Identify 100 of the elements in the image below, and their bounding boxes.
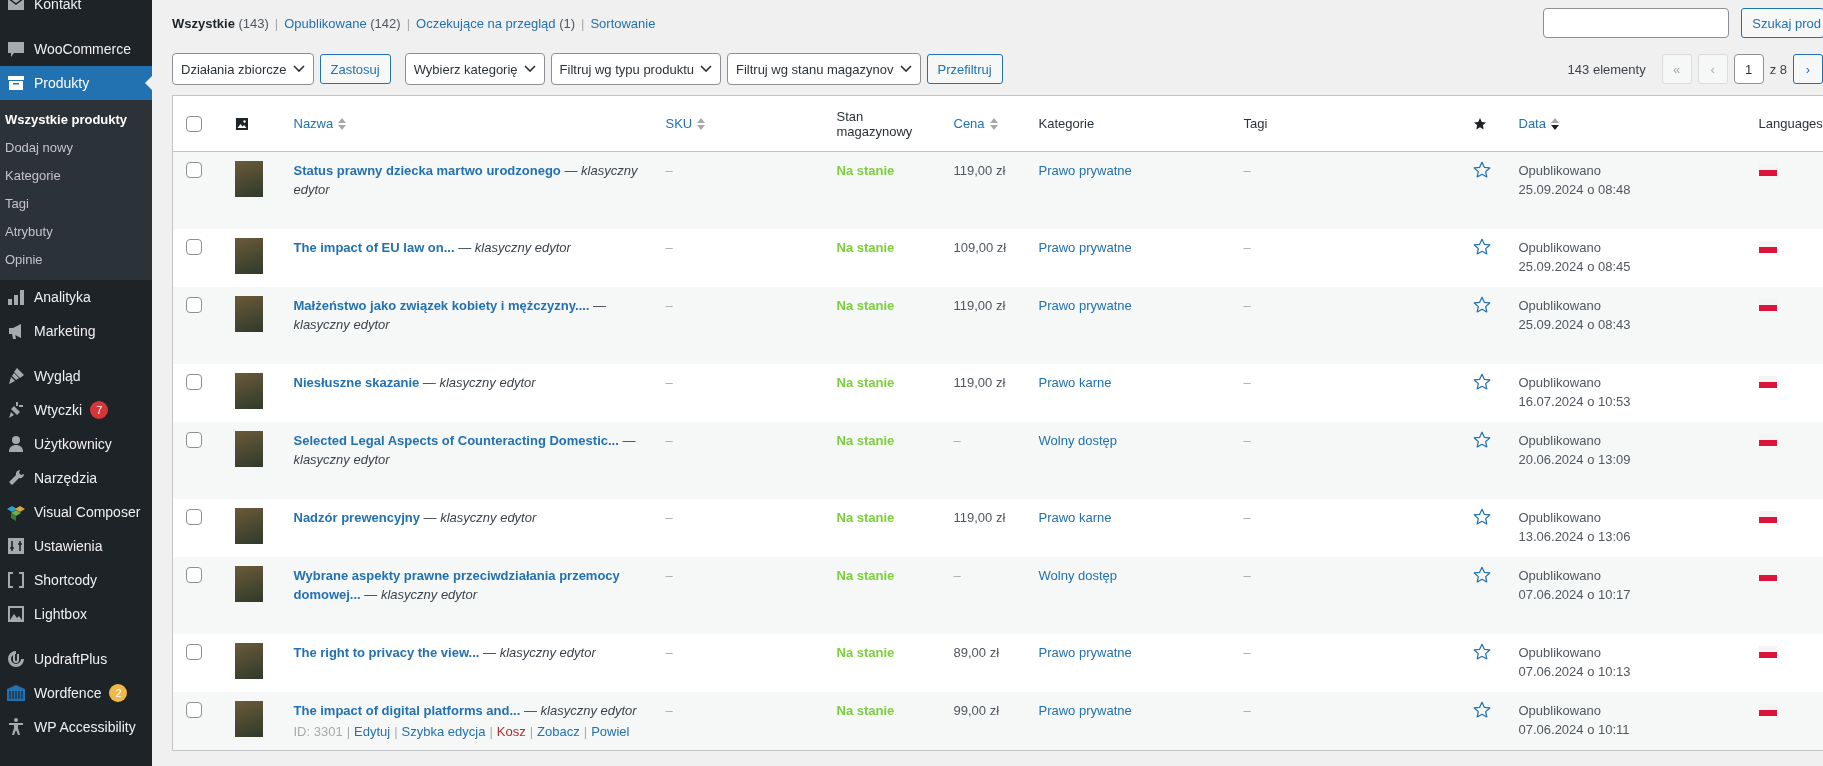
flag-icon <box>1758 241 1777 253</box>
dropdown[interactable]: Filtruj wg typu produktu <box>550 53 721 85</box>
separator-text: | <box>583 723 588 741</box>
publish-date: 07.06.2024 o 10:17 <box>1518 586 1632 604</box>
page-input[interactable]: 1 <box>1733 54 1764 84</box>
row-action-link[interactable]: Edytuj <box>354 722 391 742</box>
submenu-item[interactable]: Kategorie <box>0 162 152 190</box>
category-link[interactable]: Wolny dostęp <box>1038 568 1118 583</box>
photo-placeholder <box>234 508 263 544</box>
product-title-link[interactable]: The impact of EU law on... — klasyczny edytor <box>293 238 646 257</box>
view-link[interactable]: Wszystkie (143) <box>172 15 269 31</box>
menu-item[interactable]: Visual Composer <box>0 495 152 529</box>
star-icon[interactable] <box>1472 238 1491 256</box>
menu-item[interactable]: WooCommerce <box>0 32 152 66</box>
product-title-link[interactable]: The impact of digital platforms and... — klasyczny edytor <box>293 701 646 720</box>
menu-label: Marketing <box>34 323 96 339</box>
product-title-link[interactable]: The right to privacy the view... — klasyczny edytor <box>293 643 646 662</box>
star-icon[interactable] <box>1472 566 1491 584</box>
product-title-link[interactable]: Nadzór prewencyjny — klasyczny edytor <box>293 508 646 527</box>
menu-item[interactable]: Wordfence 2 <box>0 676 152 710</box>
column-header: Tagi <box>1243 116 1268 131</box>
menu-item[interactable]: Lightbox <box>0 597 152 631</box>
star-icon[interactable] <box>1472 643 1491 661</box>
menu-label: Wordfence <box>34 685 102 701</box>
menu-label: Użytkownicy <box>34 436 112 452</box>
column-sort-link[interactable]: Cena <box>953 116 999 131</box>
caret-icon <box>700 65 712 73</box>
menu-label: Visual Composer <box>34 504 141 520</box>
filter-button[interactable]: Przefiltruj <box>926 54 1003 84</box>
circle-logo-icon <box>6 649 26 669</box>
menu-item[interactable]: Produkty <box>0 66 152 100</box>
submenu-item[interactable]: Opinie <box>0 246 152 274</box>
photo-placeholder <box>234 643 263 679</box>
price-text: 119,00 zł <box>953 510 1006 525</box>
dropdown[interactable]: Wybierz kategorię <box>404 53 545 85</box>
dropdown[interactable]: Działania zbiorcze <box>172 53 314 85</box>
category-link[interactable]: Wolny dostęp <box>1038 433 1118 448</box>
row-checkbox[interactable] <box>186 702 202 718</box>
category-link[interactable]: Prawo prywatne <box>1038 163 1132 178</box>
view-link[interactable]: Oczekujące na przegląd (1) <box>416 15 575 31</box>
star-icon[interactable] <box>1472 161 1491 179</box>
star-icon[interactable] <box>1472 373 1491 391</box>
separator-text: | <box>406 15 410 31</box>
row-checkbox[interactable] <box>186 374 202 390</box>
menu-item[interactable]: Marketing <box>0 314 152 348</box>
category-link[interactable]: Prawo karne <box>1038 510 1112 525</box>
row-action-link[interactable]: Zobacz <box>537 722 580 742</box>
row-checkbox[interactable] <box>186 644 202 660</box>
row-checkbox[interactable] <box>186 297 202 313</box>
search-button[interactable]: Szukaj prod <box>1741 8 1823 38</box>
search-field[interactable] <box>1543 8 1730 38</box>
menu-item[interactable]: Wygląd <box>0 359 152 393</box>
apply-button[interactable]: Zastosuj <box>319 54 391 84</box>
image-icon <box>234 116 249 131</box>
category-link[interactable]: Prawo prywatne <box>1038 298 1132 313</box>
menu-item[interactable]: Shortcody <box>0 563 152 597</box>
select-all-checkbox[interactable] <box>186 116 202 132</box>
submenu-item[interactable]: Atrybuty <box>0 218 152 246</box>
stock-status: Na stanie <box>836 433 895 448</box>
row-checkbox[interactable] <box>186 432 202 448</box>
menu-item[interactable]: UpdraftPlus <box>0 642 152 676</box>
category-link[interactable]: Prawo prywatne <box>1038 240 1132 255</box>
stock-status: Na stanie <box>836 703 895 718</box>
row-action-link[interactable]: Powiel <box>591 722 630 742</box>
column-sort-link[interactable]: Nazwa <box>293 116 348 131</box>
category-link[interactable]: Prawo karne <box>1038 375 1112 390</box>
price-text: 119,00 zł <box>953 375 1006 390</box>
row-action-link[interactable]: Kosz <box>496 722 526 742</box>
category-link[interactable]: Prawo prywatne <box>1038 645 1132 660</box>
publish-date: 20.06.2024 o 13:09 <box>1518 451 1632 469</box>
menu-item[interactable]: Analityka <box>0 280 152 314</box>
row-action-link[interactable]: Szybka edycja <box>401 722 486 742</box>
menu-item[interactable]: WP Accessibility <box>0 710 152 744</box>
row-checkbox[interactable] <box>186 567 202 583</box>
view-link[interactable]: Opublikowane (142) <box>284 15 401 31</box>
star-icon[interactable] <box>1472 701 1491 719</box>
row-checkbox[interactable] <box>186 162 202 178</box>
product-title-link[interactable]: Niesłuszne skazanie — klasyczny edytor <box>293 373 646 392</box>
dropdown[interactable]: Filtruj wg stanu magazynov <box>727 53 921 85</box>
submenu-item[interactable]: Tagi <box>0 190 152 218</box>
menu-item[interactable]: Użytkownicy <box>0 427 152 461</box>
star-icon[interactable] <box>1472 296 1491 314</box>
menu-item[interactable]: Narzędzia <box>0 461 152 495</box>
row-checkbox[interactable] <box>186 509 202 525</box>
star-icon[interactable] <box>1472 508 1491 526</box>
menu-item[interactable]: Ustawienia <box>0 529 152 563</box>
star-icon[interactable] <box>1472 431 1491 449</box>
column-sort-link[interactable]: SKU <box>665 116 707 131</box>
row-checkbox[interactable] <box>186 239 202 255</box>
menu-label: Analityka <box>34 289 91 305</box>
menu-item[interactable]: Wtyczki 7 <box>0 393 152 427</box>
submenu-item[interactable]: Wszystkie produkty <box>0 106 152 134</box>
publish-date: 25.09.2024 o 08:43 <box>1518 316 1632 334</box>
next-page-button[interactable]: › <box>1793 54 1823 84</box>
submenu-item[interactable]: Dodaj nowy <box>0 134 152 162</box>
item-count: 143 elementy <box>1567 61 1646 77</box>
view-link[interactable]: Sortowanie <box>590 15 656 31</box>
archive-box-icon <box>6 73 26 93</box>
category-link[interactable]: Prawo prywatne <box>1038 703 1132 718</box>
column-sort-link[interactable]: Data <box>1518 116 1560 131</box>
